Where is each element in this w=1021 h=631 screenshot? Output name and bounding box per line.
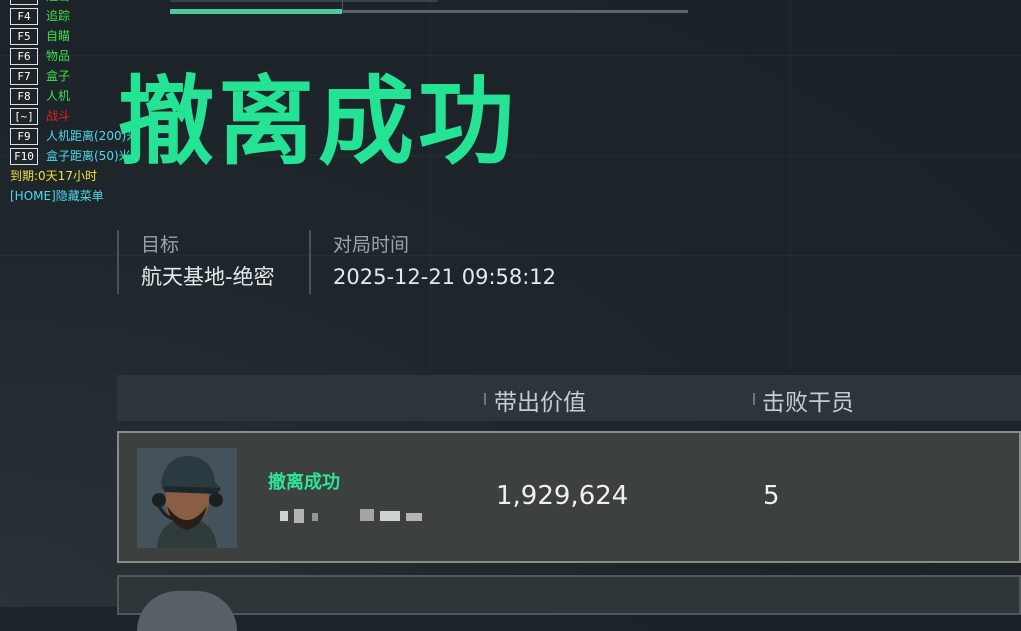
overlay-item-label: 人机 bbox=[46, 89, 71, 103]
tab-active-indicator bbox=[170, 9, 342, 14]
overlay-item: F4 追踪 bbox=[10, 6, 138, 26]
operator-avatar bbox=[137, 591, 237, 631]
column-marker bbox=[484, 393, 486, 405]
hotkey-badge: F8 bbox=[10, 87, 38, 105]
row-extracted-value: 1,929,624 bbox=[496, 481, 629, 511]
column-marker bbox=[753, 393, 755, 405]
hotkey-badge: F6 bbox=[10, 47, 38, 65]
grid-line bbox=[0, 55, 1021, 56]
hotkey-badge: F9 bbox=[10, 127, 38, 145]
hotkey-badge: [~] bbox=[10, 107, 38, 125]
target-label: 目标 bbox=[141, 234, 180, 256]
hotkey-badge: F7 bbox=[10, 67, 38, 85]
player-name-obscured bbox=[268, 505, 428, 531]
overlay-hide-menu: [HOME]隐藏菜单 bbox=[10, 189, 104, 203]
tab-top-edge bbox=[170, 0, 438, 2]
overlay-item-label: 自瞄 bbox=[46, 29, 71, 43]
target-value: 航天基地-绝密 bbox=[141, 265, 275, 289]
hotkey-badge: F3 bbox=[10, 0, 38, 5]
row-operators-defeated: 5 bbox=[763, 481, 780, 511]
target-info: 目标 航天基地-绝密 bbox=[117, 230, 311, 294]
overlay-item: F5 自瞄 bbox=[10, 26, 138, 46]
column-header-value: 带出价值 bbox=[494, 390, 586, 416]
top-tab-strip[interactable] bbox=[170, 0, 690, 14]
hotkey-badge: F10 bbox=[10, 147, 38, 165]
grid-line bbox=[430, 0, 431, 370]
overlay-item-label: 物品 bbox=[46, 49, 71, 63]
grid-line bbox=[790, 0, 791, 370]
results-table-header: 带出价值 击败干员 bbox=[117, 375, 1021, 421]
player-result-row[interactable]: 撤离成功 1,929,624 5 bbox=[117, 431, 1021, 563]
overlay-item-label: 追踪 bbox=[46, 9, 71, 23]
hotkey-badge: F4 bbox=[10, 7, 38, 25]
tab-separator bbox=[342, 0, 343, 13]
overlay-item-label: 战斗 bbox=[46, 109, 71, 123]
player-result-row-partial[interactable] bbox=[117, 575, 1021, 631]
result-title: 撤离成功 bbox=[118, 66, 518, 178]
match-time-value: 2025-12-21 09:58:12 bbox=[333, 265, 557, 289]
match-time-info: 对局时间 2025-12-21 09:58:12 bbox=[309, 230, 633, 294]
operator-portrait-icon bbox=[137, 448, 237, 548]
match-time-label: 对局时间 bbox=[333, 234, 410, 256]
row-status: 撤离成功 bbox=[268, 472, 340, 493]
hotkey-badge: F5 bbox=[10, 27, 38, 45]
operator-avatar bbox=[137, 448, 237, 548]
overlay-item-label: 盒子 bbox=[46, 69, 71, 83]
column-header-kills: 击败干员 bbox=[762, 390, 854, 416]
